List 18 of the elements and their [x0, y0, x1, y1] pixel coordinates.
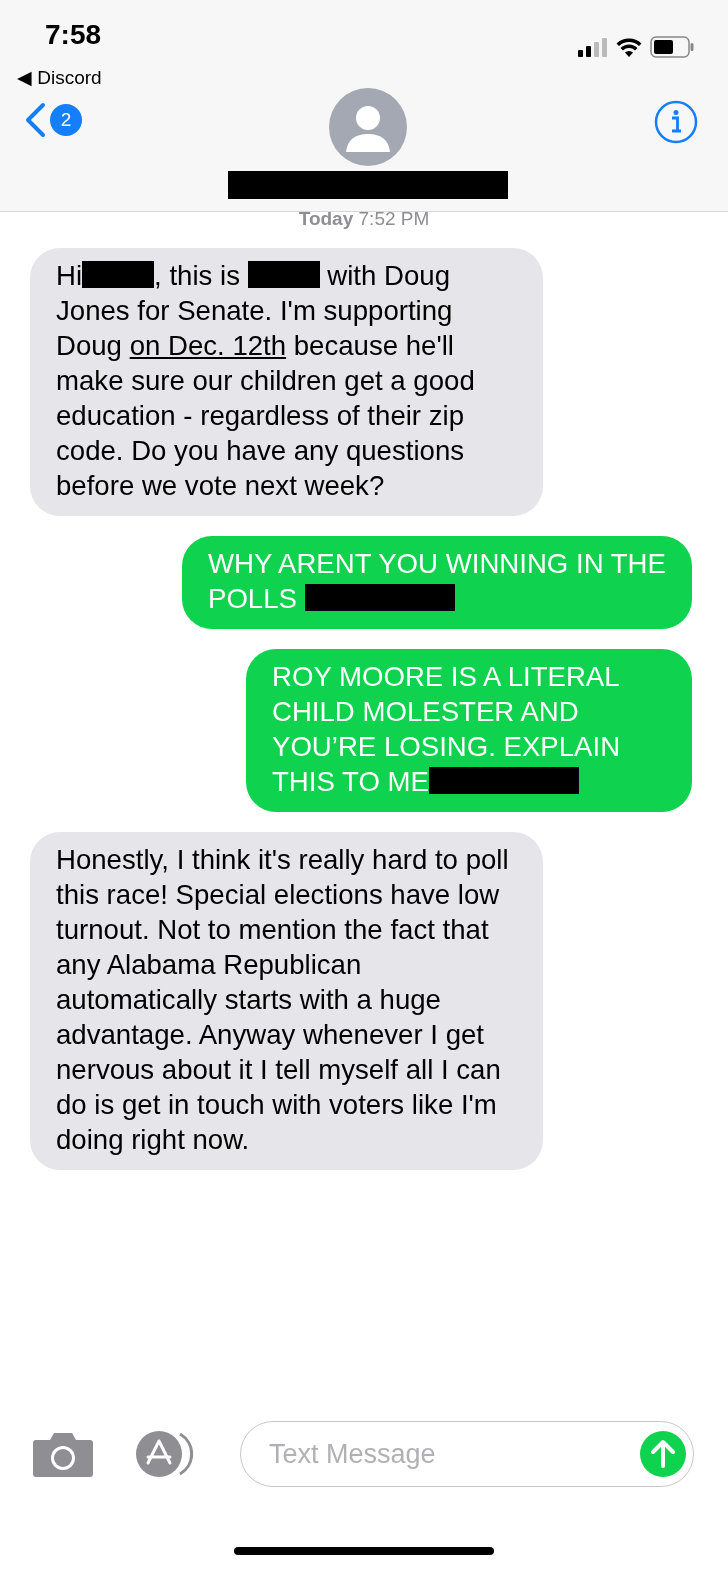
message-text: ROY MOORE IS A LITERAL CHILD MOLESTER AND YOU’RE LOSING. EXPLAIN THIS TO ME — [272, 660, 622, 799]
timestamp: Today 7:52 PM — [297, 208, 431, 230]
message-input-field[interactable]: Text Message — [267, 1432, 639, 1476]
message-text: Hi , this is with Doug Jones for Senate. I'm supporting Doug on Dec. 12th because he'll make sure our children get a good education - regardless of their zip code. Do you have any questions before we vote next week? — [56, 259, 476, 503]
avatar[interactable] — [329, 88, 407, 166]
unread-count: 2 — [50, 104, 82, 136]
clock-time: 7:58 — [45, 18, 102, 52]
message-text: WHY ARENT YOU WINNING IN THE POLLS — [208, 547, 667, 616]
wifi-icon — [616, 37, 642, 57]
back-to-app-link[interactable]: ◀ Discord — [17, 64, 102, 93]
back-icon[interactable] — [24, 102, 46, 138]
signal-icon — [578, 37, 608, 57]
date-link[interactable]: on Dec. 12th — [129, 330, 287, 361]
message-text: Honestly, I think it's really hard to poll this race! Special elections have low turnout. Not to mention the fact that any Alabama Republican automatically starts with a huge advantage. Anyway whenever I get nervous about it I tell myself all I can do is get in touch with voters like I'm doing right now. — [56, 843, 510, 1157]
battery-icon — [650, 36, 694, 58]
info-icon[interactable] — [654, 100, 698, 144]
send-icon[interactable] — [639, 1430, 687, 1478]
camera-icon[interactable] — [32, 1430, 94, 1478]
